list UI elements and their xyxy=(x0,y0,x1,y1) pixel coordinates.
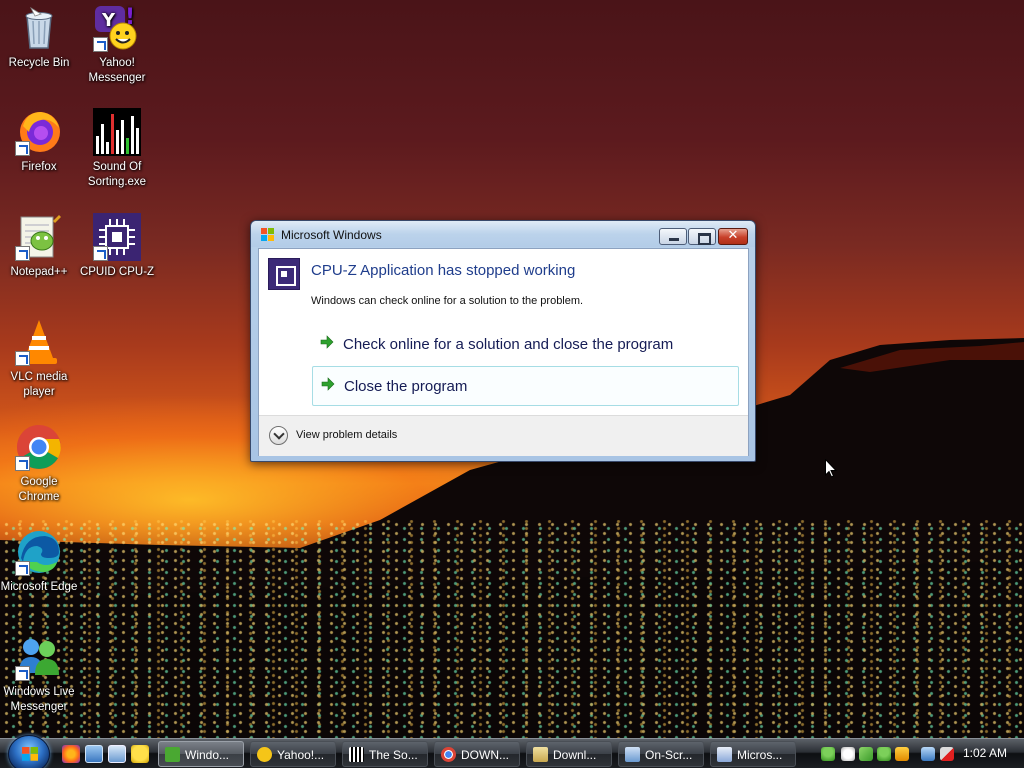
cpu-z-icon xyxy=(93,213,141,261)
volume-muted-icon[interactable] xyxy=(940,747,954,761)
desktop-icon-windows-live-messenger[interactable]: Windows Live Messenger xyxy=(0,633,78,715)
taskbar-button-windows-live-messenger[interactable]: Windo... xyxy=(158,741,244,767)
desktop-icon-label: Notepad++ xyxy=(10,266,68,278)
messenger-status-icon[interactable] xyxy=(821,747,835,761)
taskbar-button-label: The So... xyxy=(369,748,418,762)
taskbar-button-label: Yahoo!... xyxy=(277,748,325,762)
recycle-bin-icon xyxy=(15,4,63,52)
on-screen-keyboard-icon xyxy=(625,747,640,762)
green-arrow-icon xyxy=(320,335,334,349)
desktop-icon-yahoo-messenger[interactable]: Y ! Yahoo! Messenger xyxy=(78,4,156,86)
close-button[interactable]: ✕ xyxy=(718,228,748,245)
desktop-icon-label: Windows Live Messenger xyxy=(3,686,75,713)
network-icon[interactable] xyxy=(921,747,935,761)
yahoo-messenger-icon[interactable] xyxy=(131,745,149,763)
windows-live-messenger-icon xyxy=(15,633,63,681)
dialog-content: CPU-Z Application has stopped working Wi… xyxy=(258,248,749,456)
taskbar-button-label: On-Scr... xyxy=(645,748,693,762)
shortcut-arrow-icon xyxy=(15,246,30,261)
maximize-button[interactable] xyxy=(688,228,716,245)
taskbar-button-on-screen-keyboard[interactable]: On-Scr... xyxy=(618,741,704,767)
desktop-icon-label: Google Chrome xyxy=(18,476,60,503)
taskbar-button-downloads-folder[interactable]: Downl... xyxy=(526,741,612,767)
desktop-icon-notepad-plus-plus[interactable]: Notepad++ xyxy=(0,213,78,280)
taskbar-button-label: Downl... xyxy=(553,748,597,762)
sound-of-sorting-icon xyxy=(93,108,141,156)
close-icon: ✕ xyxy=(727,228,739,243)
check-icon[interactable] xyxy=(859,747,873,761)
dialog-footer: View problem details xyxy=(259,415,748,456)
command-link-label: Close the program xyxy=(344,378,468,395)
taskbar-button-label: Micros... xyxy=(737,748,783,762)
messenger-status-icon[interactable] xyxy=(877,747,891,761)
cpu-z-icon xyxy=(268,258,300,290)
windows-error-icon xyxy=(717,747,732,762)
switch-windows-icon[interactable] xyxy=(108,745,126,763)
desktop-icon-label: VLC media player xyxy=(10,371,68,398)
dialog-titlebar[interactable]: Microsoft Windows ✕ xyxy=(251,221,755,247)
taskbar-button-yahoo-messenger[interactable]: Yahoo!... xyxy=(250,741,336,767)
dialog-description: Windows can check online for a solution … xyxy=(311,295,584,307)
taskbar-button-sound-of-sorting[interactable]: The So... xyxy=(342,741,428,767)
desktop-icon-sound-of-sorting[interactable]: Sound Of Sorting.exe xyxy=(78,108,156,190)
taskbar-button-chrome-downloads[interactable]: DOWN... xyxy=(434,741,520,767)
sound-of-sorting-icon xyxy=(349,747,364,762)
yahoo-messenger-icon: Y ! xyxy=(93,4,141,52)
main-instruction: CPU-Z Application has stopped working xyxy=(311,262,576,279)
close-program-command-link[interactable]: Close the program xyxy=(312,366,739,406)
security-shield-icon[interactable] xyxy=(895,747,909,761)
start-button[interactable] xyxy=(8,735,50,768)
desktop-icon-label: Yahoo! Messenger xyxy=(88,57,146,84)
shortcut-arrow-icon xyxy=(93,37,108,52)
desktop-icon-firefox[interactable]: Firefox xyxy=(0,108,78,175)
edge-icon xyxy=(15,528,63,576)
desktop-icon-recycle-bin[interactable]: Recycle Bin xyxy=(0,4,78,71)
desktop-icon-label: Sound Of Sorting.exe xyxy=(87,161,147,188)
vlc-icon xyxy=(15,318,63,366)
desktop-icon-edge[interactable]: Microsoft Edge xyxy=(0,528,78,595)
shortcut-arrow-icon xyxy=(15,561,30,576)
shortcut-arrow-icon xyxy=(15,456,30,471)
chevron-down-icon[interactable] xyxy=(269,426,288,445)
windows-flag-icon xyxy=(260,227,275,242)
desktop-icon-label: Recycle Bin xyxy=(8,57,70,69)
minimize-button[interactable] xyxy=(659,228,687,245)
shortcut-arrow-icon xyxy=(15,141,30,156)
chat-icon[interactable] xyxy=(841,747,855,761)
taskbar-button-label: Windo... xyxy=(185,748,230,762)
command-link-label: Check online for a solution and close th… xyxy=(343,336,674,353)
yahoo-messenger-icon xyxy=(257,747,272,762)
windows-live-messenger-icon xyxy=(165,747,180,762)
taskbar-button-microsoft-windows[interactable]: Micros... xyxy=(710,741,796,767)
green-arrow-icon xyxy=(321,377,335,391)
shortcut-arrow-icon xyxy=(15,666,30,681)
desktop-icon-cpu-z[interactable]: CPUID CPU-Z xyxy=(78,213,156,280)
firefox-icon xyxy=(15,108,63,156)
folder-icon xyxy=(533,747,548,762)
city-lights xyxy=(0,520,1024,738)
taskbar-button-label: DOWN... xyxy=(461,748,509,762)
desktop-icon-label: Microsoft Edge xyxy=(0,581,78,593)
mouse-cursor-icon xyxy=(825,459,837,478)
clock[interactable]: 1:02 AM xyxy=(963,746,1007,760)
check-online-command-link[interactable]: Check online for a solution and close th… xyxy=(312,325,739,365)
taskbar: Windo... Yahoo!... The So... DOWN... Dow… xyxy=(0,735,1024,768)
desktop-icon-label: CPUID CPU-Z xyxy=(79,266,155,278)
show-desktop-icon[interactable] xyxy=(85,745,103,763)
dialog-title: Microsoft Windows xyxy=(281,228,382,242)
desktop-icon-chrome[interactable]: Google Chrome xyxy=(0,423,78,505)
error-dialog: Microsoft Windows ✕ CPU-Z Application ha… xyxy=(250,220,756,462)
notepad-plus-plus-icon xyxy=(15,213,63,261)
view-problem-details-link[interactable]: View problem details xyxy=(296,429,397,441)
chrome-icon xyxy=(441,747,456,762)
firefox-icon[interactable] xyxy=(62,745,80,763)
desktop-icon-vlc[interactable]: VLC media player xyxy=(0,318,78,400)
chrome-icon xyxy=(15,423,63,471)
shortcut-arrow-icon xyxy=(15,351,30,366)
shortcut-arrow-icon xyxy=(93,246,108,261)
desktop-icon-label: Firefox xyxy=(21,161,57,173)
